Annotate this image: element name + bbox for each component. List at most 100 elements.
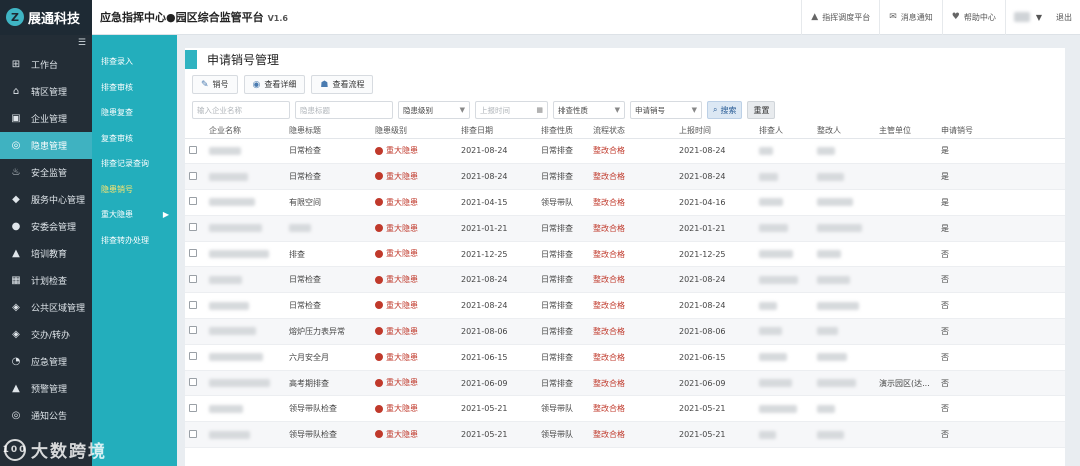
column-header[interactable]: 主管单位 [875,123,937,139]
table-row[interactable]: 六月安全月 重大隐患 2021-06-15 日常排查 整改合格 2021-06-… [185,344,1065,371]
company-name-input[interactable]: 输入企业名称 [192,101,290,119]
column-header[interactable]: 排查日期 [457,123,537,139]
row-checkbox[interactable] [189,274,197,283]
table-row[interactable]: 日常检查 重大隐患 2021-08-24 日常排查 整改合格 2021-08-2… [185,163,1065,191]
table-row[interactable]: 日常检查 重大隐患 2021-08-24 日常排查 整改合格 2021-08-2… [185,292,1065,320]
chevron-down-icon: ▼ [691,106,697,114]
row-checkbox[interactable] [189,429,197,438]
menu-toggle-icon[interactable]: ☰ [0,35,92,51]
sidebar-item[interactable]: ● 安委会管理 [0,213,92,240]
row-checkbox[interactable] [189,326,197,335]
table-row[interactable]: 领导带队检查 重大隐患 2021-05-21 领导带队 整改合格 2021-05… [185,395,1065,423]
row-checkbox[interactable] [189,145,197,154]
column-header[interactable]: 隐患标题 [285,123,371,139]
inspector-cell [755,163,813,191]
row-checkbox-cell[interactable] [185,215,205,242]
logout-link[interactable]: 退出 [1056,12,1072,23]
report-time-cell: 2021-01-21 [675,215,755,242]
row-checkbox-cell[interactable] [185,163,205,191]
table-row[interactable]: 排查 重大隐患 2021-12-25 日常排查 整改合格 2021-12-25 … [185,241,1065,268]
report-date-input[interactable]: 上报时间 ▦ [475,101,548,119]
sidebar-item[interactable]: ▦ 计划检查 [0,267,92,294]
sidebar-item[interactable]: ▲ 培训教育 [0,240,92,267]
table-row[interactable]: 高考期排查 重大隐患 2021-06-09 日常排查 整改合格 2021-06-… [185,370,1065,397]
cancel-number-button[interactable]: ✎ 销号 [192,75,238,94]
row-checkbox-cell[interactable] [185,370,205,397]
column-header[interactable]: 流程状态 [589,123,675,139]
sidebar-item[interactable]: ◎ 隐患管理 [0,132,92,159]
hazard-level-select[interactable]: 隐患级别 ▼ [398,101,470,119]
subnav-item[interactable]: 重大隐患 ▶ [92,202,177,228]
table-row[interactable]: 有限空间 重大隐患 2021-04-15 领导带队 整改合格 2021-04-1… [185,189,1065,216]
sidebar-item[interactable]: ◈ 交办/转办 [0,321,92,348]
fire-icon: ♨ [11,167,21,178]
column-header[interactable]: 企业名称 [205,123,285,139]
user-menu[interactable]: ▼ 退出 [1004,0,1080,35]
row-checkbox[interactable] [189,223,197,232]
row-checkbox[interactable] [189,378,197,387]
subnav-item[interactable]: 排查审核 [92,75,177,101]
help-center-link[interactable]: ♥ 帮助中心 [941,0,1005,35]
table-row[interactable]: 日常检查 重大隐患 2021-08-24 日常排查 整改合格 2021-08-2… [185,266,1065,294]
status-cell: 整改合格 [589,370,675,397]
column-header[interactable]: 排查性质 [537,123,589,139]
sidebar-item[interactable]: ◆ 服务中心管理 [0,186,92,213]
subnav-item[interactable]: 排查记录查询 [92,151,177,177]
column-header[interactable]: 申请销号 [937,123,1065,139]
column-header[interactable]: 排查人 [755,123,813,139]
sidebar-item[interactable]: ◔ 应急管理 [0,348,92,375]
row-checkbox-cell[interactable] [185,138,205,165]
reset-button[interactable]: 重置 [747,101,776,119]
row-checkbox-cell[interactable] [185,421,205,449]
message-notification-link[interactable]: ✉ 消息通知 [879,0,942,35]
row-checkbox[interactable] [189,249,197,258]
subnav-item[interactable]: 排查录入 [92,49,177,75]
nature-cell: 日常排查 [537,266,589,294]
sidebar-item[interactable]: ⊞ 工作台 [0,51,92,78]
table-row[interactable]: 重大隐患 2021-01-21 日常排查 整改合格 2021-01-21 是 [185,215,1065,242]
row-checkbox-cell[interactable] [185,344,205,371]
column-header[interactable]: 整改人 [813,123,875,139]
row-checkbox-cell[interactable] [185,266,205,294]
table-row[interactable]: 熔炉压力表异常 重大隐患 2021-08-06 日常排查 整改合格 2021-0… [185,318,1065,345]
subnav-item[interactable]: 隐患复查 [92,100,177,126]
eye-icon: ◉ [252,79,261,90]
inspection-nature-select[interactable]: 排查性质 ▼ [553,101,625,119]
sidebar-item[interactable]: ◎ 通知公告 [0,402,92,429]
column-header[interactable]: 上报时间 [675,123,755,139]
subnav-item[interactable]: 隐患销号 [92,177,177,203]
search-button[interactable]: ⌕ 搜索 [707,101,743,119]
sidebar-item[interactable]: ◈ 公共区域管理 [0,294,92,321]
sidebar-item[interactable]: ▲ 预警管理 [0,375,92,402]
row-checkbox[interactable] [189,352,197,361]
row-checkbox-cell[interactable] [185,292,205,320]
sidebar-item[interactable]: ⌂ 辖区管理 [0,78,92,105]
sidebar-item[interactable]: ♨ 安全监管 [0,159,92,186]
row-checkbox[interactable] [189,300,197,309]
row-checkbox[interactable] [189,197,197,206]
row-checkbox-cell[interactable] [185,189,205,216]
table-row[interactable]: 领导带队检查 重大隐患 2021-05-21 领导带队 整改合格 2021-05… [185,421,1065,449]
dispatch-platform-link[interactable]: ▲ 指挥调度平台 [801,0,879,35]
view-process-button[interactable]: ☗ 查看流程 [311,75,374,94]
level-cell: 重大隐患 [371,138,457,165]
row-checkbox-cell[interactable] [185,395,205,423]
subnav-item[interactable]: 排查转办处理 [92,228,177,254]
row-checkbox-cell[interactable] [185,241,205,268]
unit-cell [875,344,937,371]
apply-cancel-select[interactable]: 申请销号 ▼ [630,101,702,119]
brand[interactable]: Z 展通科技 [0,0,92,35]
sidebar-item[interactable]: ▣ 企业管理 [0,105,92,132]
title-cell: 领导带队检查 [285,395,371,423]
column-header[interactable]: 隐患级别 [371,123,457,139]
view-details-button[interactable]: ◉ 查看详细 [243,75,306,94]
table-row[interactable]: 日常检查 重大隐患 2021-08-24 日常排查 整改合格 2021-08-2… [185,138,1065,165]
row-checkbox-cell[interactable] [185,318,205,345]
row-checkbox[interactable] [189,403,197,412]
status-cell: 整改合格 [589,344,675,371]
hazard-title-input[interactable]: 隐患标题 [295,101,393,119]
apply-cell: 否 [937,266,1065,294]
row-checkbox[interactable] [189,171,197,180]
subnav-item[interactable]: 复查审核 [92,126,177,152]
sidebar-item-label: 交办/转办 [31,331,71,341]
